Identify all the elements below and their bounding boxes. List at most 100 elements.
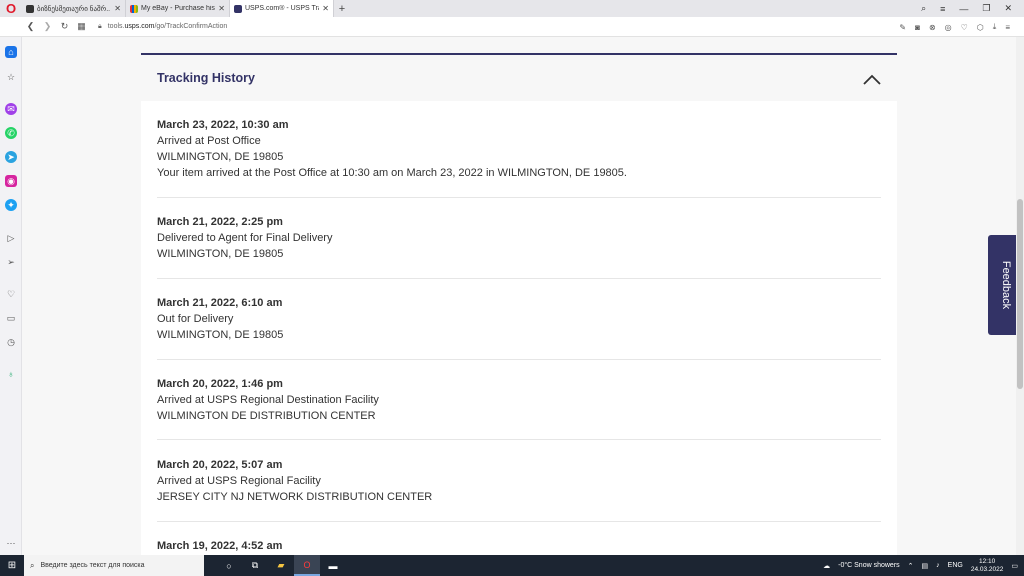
tracking-history-list: March 23, 2022, 10:30 am Arrived at Post… — [141, 101, 897, 555]
clock[interactable]: 12:10 24.03.2022 — [971, 558, 1004, 574]
forward-icon[interactable]: ❯ — [39, 21, 56, 32]
vpn-icon[interactable]: ◎ — [945, 23, 952, 32]
tab-usps[interactable]: USPS.com® - USPS Tracki.. ✕ — [230, 0, 334, 17]
telegram-icon[interactable]: ➤ — [5, 151, 17, 163]
event-date: March 20, 2022, 5:07 am — [157, 459, 283, 471]
heart-icon[interactable]: ♡ — [961, 23, 968, 32]
event-date: March 20, 2022, 1:46 pm — [157, 378, 283, 390]
page-content: Tracking History March 23, 2022, 10:30 a… — [22, 37, 1024, 555]
tracking-event: March 20, 2022, 5:07 am Arrived at USPS … — [157, 457, 881, 522]
back-icon[interactable]: ❮ — [22, 21, 39, 32]
minimize-icon[interactable]: — — [959, 4, 968, 14]
volume-icon[interactable]: ♪ — [936, 562, 940, 569]
usps-favicon-icon — [234, 4, 242, 13]
pin-icon[interactable]: ♁ — [5, 368, 17, 380]
system-tray: ☁ -0°C Snow showers ⌃ ▤ ♪ ENG 12:10 24.0… — [823, 555, 1018, 576]
camera-icon[interactable]: ◙ — [915, 23, 920, 32]
scrollbar-thumb[interactable] — [1017, 199, 1023, 389]
url-field[interactable]: tools.usps.com/go/TrackConfirmAction — [108, 23, 228, 30]
terminal-icon[interactable]: ▬ — [320, 555, 346, 576]
edit-icon[interactable]: ✎ — [899, 23, 906, 32]
event-status: Arrived at USPS Regional Destination Fac… — [157, 394, 379, 406]
event-status: Delivered to Agent for Final Delivery — [157, 232, 333, 244]
chevron-up-icon[interactable] — [863, 73, 881, 85]
send-icon[interactable]: ➢ — [5, 256, 17, 268]
tabs-icon[interactable]: ▭ — [5, 312, 17, 324]
event-location: WILMINGTON, DE 19805 — [157, 151, 284, 163]
network-icon[interactable]: ▤ — [922, 562, 929, 570]
weather-text[interactable]: -0°C Snow showers — [838, 562, 900, 569]
address-bar-actions: ✎ ◙ ⊗ ◎ ♡ ⬡ ⤓ ≡ — [899, 17, 1010, 37]
url-domain: usps.com — [124, 23, 155, 30]
tabs-grid-icon[interactable]: ▦ — [73, 21, 90, 32]
ebay-favicon-icon — [130, 4, 138, 13]
url-prefix: tools. — [107, 23, 125, 30]
taskbar-search-placeholder: Введите здесь текст для поиска — [40, 562, 145, 569]
event-detail: Your item arrived at the Post Office at … — [157, 167, 627, 179]
reload-icon[interactable]: ↻ — [56, 21, 73, 32]
tracking-event: March 21, 2022, 6:10 am Out for Delivery… — [157, 295, 881, 360]
new-tab-button[interactable]: + — [334, 3, 350, 15]
window-controls: ⌕ ≡ — ❐ ✕ — [921, 0, 1024, 17]
tracking-event: March 20, 2022, 1:46 pm Arrived at USPS … — [157, 376, 881, 440]
menu-icon[interactable]: ≡ — [1005, 23, 1010, 32]
event-status: Arrived at USPS Regional Facility — [157, 475, 321, 487]
language-indicator[interactable]: ENG — [948, 562, 963, 569]
weather-icon[interactable]: ☁ — [823, 562, 830, 570]
windows-taskbar: ⊞ ⌕ Введите здесь текст для поиска ○ ⧉ ▰… — [0, 555, 1024, 576]
close-window-icon[interactable]: ✕ — [1004, 3, 1012, 14]
clock-date: 24.03.2022 — [970, 565, 1004, 573]
feedback-label: Feedback — [1000, 260, 1012, 310]
tab-ebay[interactable]: My eBay - Purchase history ✕ — [126, 0, 230, 17]
address-bar: ❮ ❯ ↻ ▦ 🔒︎ tools.usps.com/go/TrackConfir… — [0, 17, 1024, 37]
clock-time: 12:10 — [978, 557, 996, 565]
instagram-icon[interactable]: ◉ — [5, 175, 17, 187]
more-icon[interactable]: ⋯ — [5, 537, 17, 549]
history-icon[interactable]: ◷ — [5, 336, 17, 348]
lock-icon[interactable]: 🔒︎ — [98, 23, 102, 31]
tab-favicon-icon — [26, 4, 34, 13]
easy-setup-icon[interactable]: ≡ — [940, 4, 945, 14]
whatsapp-icon[interactable]: ✆ — [5, 127, 17, 139]
extensions-icon[interactable]: ⬡ — [977, 23, 984, 32]
file-explorer-icon[interactable]: ▰ — [268, 555, 294, 576]
messenger-icon[interactable]: ✉ — [5, 103, 17, 115]
tab-georgian[interactable]: ბიზნესმეთაური ნაშრ.. ✕ — [22, 0, 126, 17]
twitter-icon[interactable]: ✦ — [5, 199, 17, 211]
event-location: WILMINGTON, DE 19805 — [157, 248, 284, 260]
event-location: JERSEY CITY NJ NETWORK DISTRIBUTION CENT… — [157, 491, 433, 503]
favorites-heart-icon[interactable]: ♡ — [5, 288, 17, 300]
event-date: March 21, 2022, 2:25 pm — [157, 216, 283, 228]
tracking-history-header[interactable]: Tracking History — [141, 55, 897, 101]
taskbar-search-box[interactable]: ⌕ Введите здесь текст для поиска — [24, 555, 204, 576]
event-location: WILMINGTON, DE 19805 — [157, 329, 284, 341]
search-tabs-icon[interactable]: ⌕ — [921, 3, 926, 14]
opera-sidebar: ⌂ ☆ ✉ ✆ ➤ ◉ ✦ ▷ ➢ ♡ ▭ ◷ ♁ ⋯ — [0, 37, 22, 555]
tab-close-icon[interactable]: ✕ — [218, 4, 225, 13]
event-date: March 21, 2022, 6:10 am — [157, 297, 283, 309]
tab-close-icon[interactable]: ✕ — [114, 4, 121, 13]
tray-chevron-icon[interactable]: ⌃ — [908, 562, 914, 570]
tab-close-icon[interactable]: ✕ — [322, 4, 329, 13]
restore-icon[interactable]: ❐ — [982, 3, 990, 14]
search-icon: ⌕ — [30, 560, 35, 570]
player-icon[interactable]: ▷ — [5, 232, 17, 244]
url-path: /go/TrackConfirmAction — [154, 23, 228, 30]
opera-menu-icon[interactable]: O — [0, 0, 22, 17]
browser-tab-bar: O ბიზნესმეთაური ნაშრ.. ✕ My eBay - Purch… — [0, 0, 1024, 17]
windows-start-icon[interactable]: ⊞ — [0, 555, 24, 576]
event-date: March 19, 2022, 4:52 am — [157, 540, 283, 552]
task-view-icon[interactable]: ⧉ — [242, 555, 268, 576]
star-icon[interactable]: ☆ — [5, 71, 17, 83]
event-status: Arrived at Post Office — [157, 135, 261, 147]
tracking-event: March 23, 2022, 10:30 am Arrived at Post… — [157, 117, 881, 198]
download-icon[interactable]: ⤓ — [993, 22, 997, 32]
notifications-icon[interactable]: ▭ — [1011, 562, 1018, 570]
opera-taskbar-icon[interactable]: O — [294, 555, 320, 576]
cortana-icon[interactable]: ○ — [216, 555, 242, 576]
block-icon[interactable]: ⊗ — [929, 23, 936, 32]
event-date: March 23, 2022, 10:30 am — [157, 119, 289, 131]
tracking-event: March 21, 2022, 2:25 pm Delivered to Age… — [157, 214, 881, 279]
home-icon[interactable]: ⌂ — [5, 46, 17, 58]
event-location: WILMINGTON DE DISTRIBUTION CENTER — [157, 410, 376, 422]
